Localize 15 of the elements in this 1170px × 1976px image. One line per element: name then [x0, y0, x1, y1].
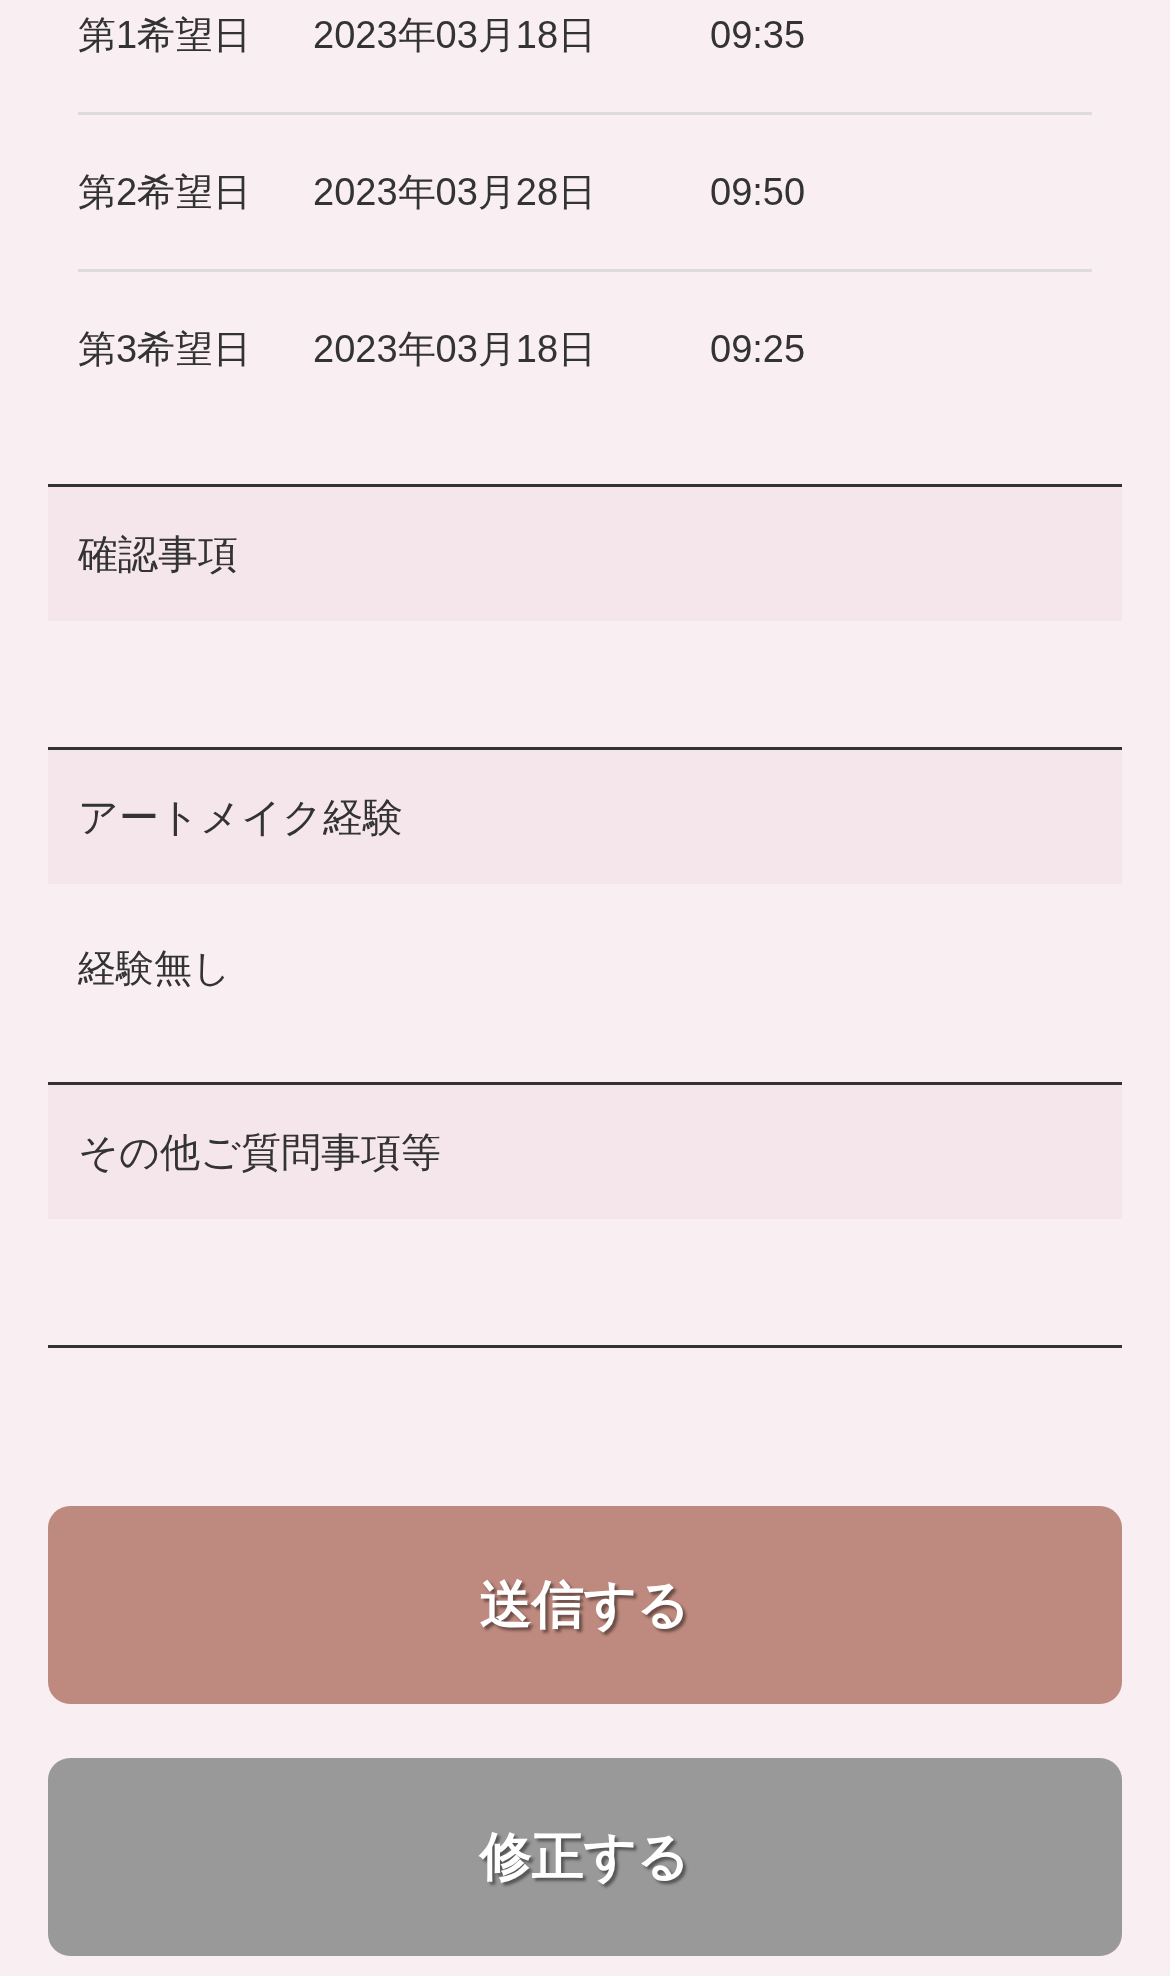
section-header: 確認事項: [48, 487, 1122, 621]
section-header: その他ご質問事項等: [48, 1085, 1122, 1219]
section-header: アートメイク経験: [48, 750, 1122, 884]
preference-label: 第2希望日: [78, 170, 252, 215]
answer-text: 経験無し: [78, 947, 231, 989]
time-text: 09:35: [710, 13, 806, 58]
time-text: 09:50: [710, 170, 806, 215]
time-text: 09:25: [710, 327, 806, 372]
date-text: 2023年03月18日: [313, 327, 597, 372]
preference-label: 第1希望日: [78, 13, 252, 58]
date-text: 2023年03月18日: [313, 13, 597, 58]
preference-label: 第3希望日: [78, 327, 252, 372]
edit-button[interactable]: 修正する: [48, 1758, 1122, 1956]
submit-button[interactable]: 送信する: [48, 1506, 1122, 1704]
date-text: 2023年03月28日: [313, 170, 597, 215]
